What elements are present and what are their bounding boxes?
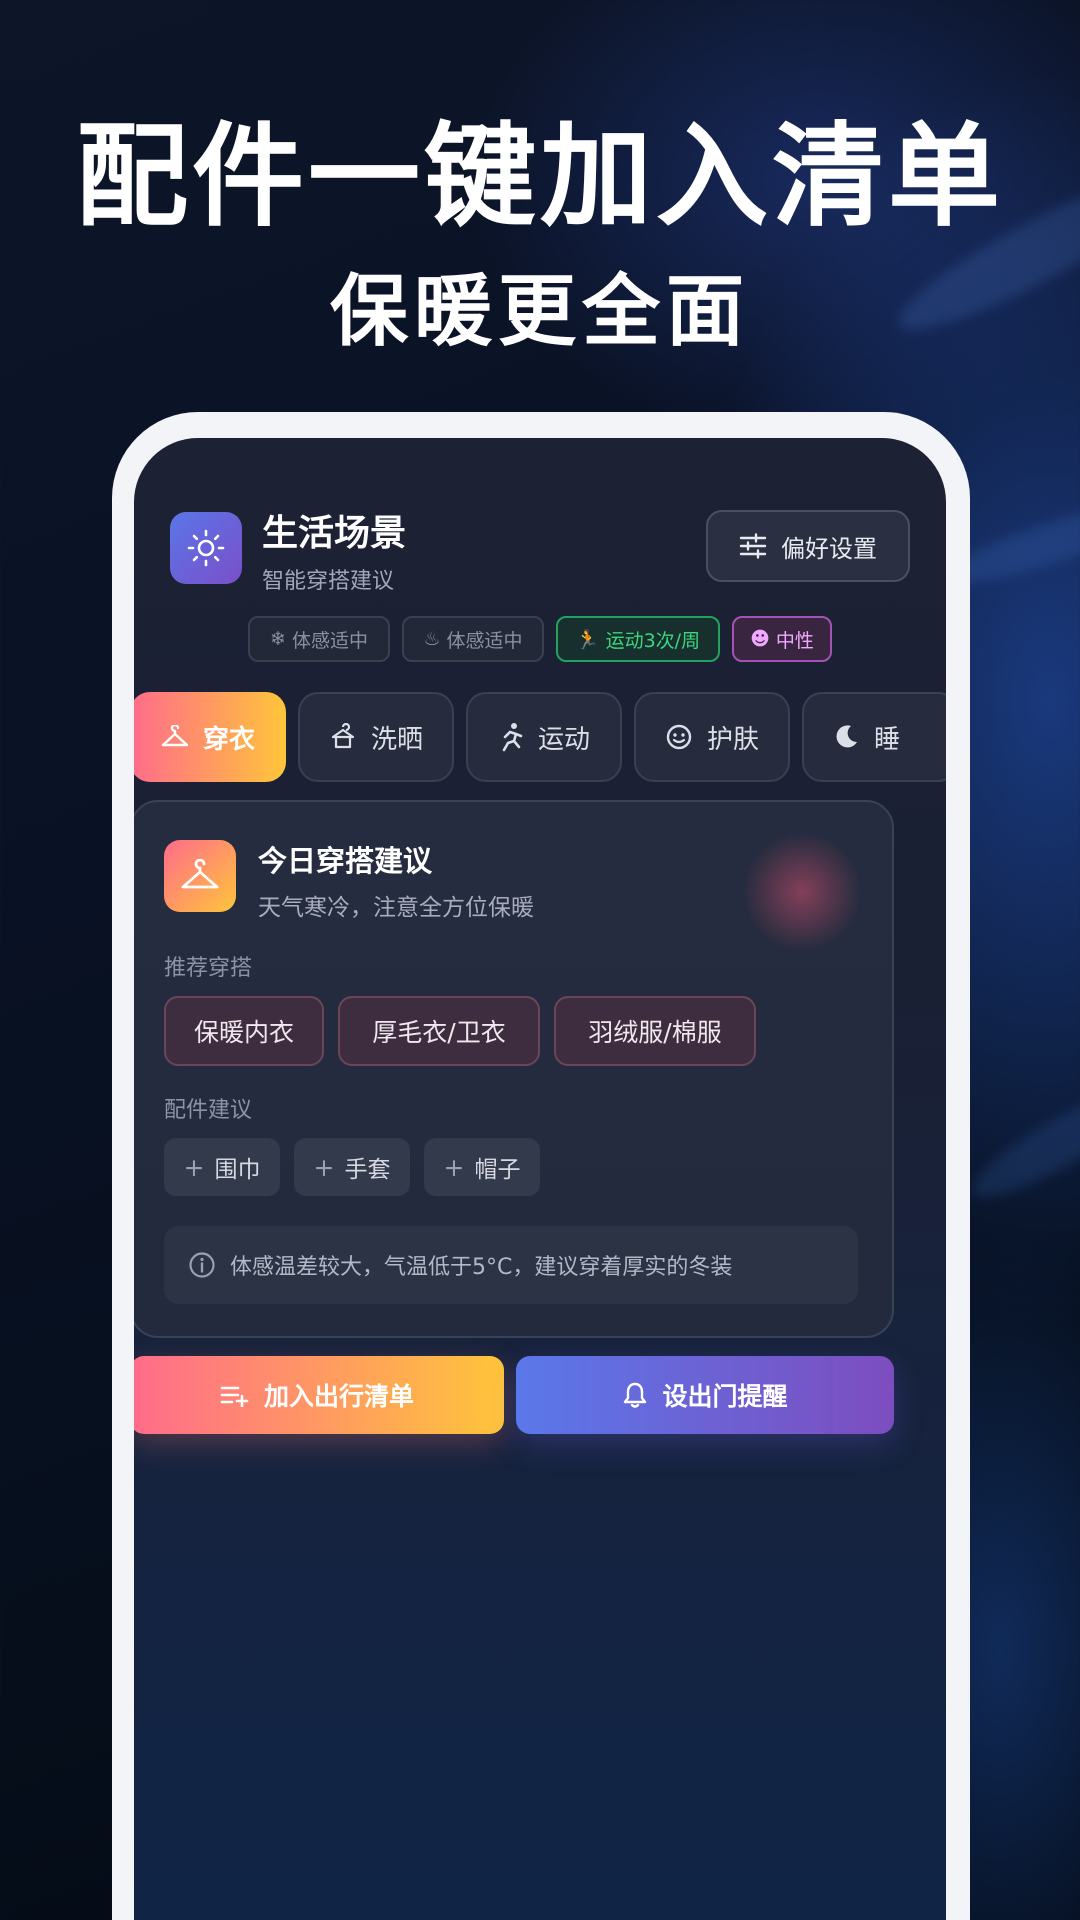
tip-note-text: 体感温差较大，气温低于5°C，建议穿着厚实的冬装 — [230, 1255, 733, 1280]
outfit-chip[interactable]: 羽绒服/棉服 — [554, 996, 756, 1066]
outfit-chip[interactable]: 厚毛衣/卫衣 — [338, 996, 540, 1066]
tip-note: 体感温差较大，气温低于5°C，建议穿着厚实的冬装 — [164, 1226, 858, 1304]
face-icon — [666, 724, 692, 750]
tag-gender: ☻ 中性 — [732, 616, 832, 662]
running-icon — [502, 723, 523, 752]
accessory-section-label: 配件建议 — [164, 1098, 253, 1123]
accessory-label: 围巾 — [214, 1157, 261, 1183]
page-subtitle: 智能穿搭建议 — [262, 569, 395, 594]
add-to-list-label: 加入出行清单 — [263, 1382, 414, 1411]
face-icon: ☻ — [750, 628, 770, 650]
accessory-label: 手套 — [344, 1157, 391, 1183]
add-to-list-button[interactable]: 加入出行清单 — [134, 1356, 504, 1434]
tab-label: 运动 — [537, 724, 590, 755]
running-icon: 🏃 — [575, 628, 600, 651]
tab-label: 护肤 — [706, 724, 759, 755]
plus-icon: + — [183, 1152, 205, 1182]
info-icon — [189, 1252, 215, 1278]
accessory-chip-gloves[interactable]: + 手套 — [294, 1138, 410, 1196]
app-icon — [170, 512, 242, 584]
preferences-button[interactable]: 偏好设置 — [706, 510, 910, 582]
card-title: 今日穿搭建议 — [258, 844, 433, 878]
outfit-section-label: 推荐穿搭 — [164, 956, 253, 981]
outfit-suggestion-card: 今日穿搭建议 天气寒冷，注意全方位保暖 推荐穿搭 保暖内衣 厚毛衣/卫衣 羽绒服… — [134, 800, 894, 1338]
preferences-button-label: 偏好设置 — [781, 534, 877, 563]
tab-skincare[interactable]: 护肤 — [634, 692, 790, 782]
set-reminder-button[interactable]: 设出门提醒 — [516, 1356, 894, 1434]
hanger-icon — [181, 859, 219, 889]
card-subtitle: 天气寒冷，注意全方位保暖 — [258, 895, 534, 921]
tab-label: 睡 — [874, 724, 901, 755]
accessory-chip-scarf[interactable]: + 围巾 — [164, 1138, 280, 1196]
sliders-icon — [739, 533, 767, 559]
tag-label: 体感适中 — [291, 629, 368, 652]
tab-clothing[interactable]: 穿衣 — [134, 692, 286, 782]
tag-label: 中性 — [775, 629, 814, 652]
promo-headline: 配件一键加入清单 — [76, 112, 1004, 242]
tab-label: 穿衣 — [202, 724, 255, 755]
playlist-add-icon — [220, 1386, 249, 1407]
outfit-chip[interactable]: 保暖内衣 — [164, 996, 324, 1066]
card-icon — [164, 840, 236, 912]
tag-feel-warm: ♨ 体感适中 — [402, 616, 544, 662]
sun-icon — [187, 529, 225, 567]
tab-sports[interactable]: 运动 — [466, 692, 622, 782]
background-streak — [961, 1073, 1080, 1213]
set-reminder-label: 设出门提醒 — [662, 1382, 788, 1411]
tag-label: 体感适中 — [446, 629, 523, 652]
tab-sleep[interactable]: 睡 — [802, 692, 946, 782]
page-title: 生活场景 — [262, 513, 407, 554]
plus-icon: + — [443, 1152, 465, 1182]
hanger-icon — [161, 725, 189, 747]
promo-subline: 保暖更全面 — [329, 267, 750, 357]
snowflake-icon: ❄ — [270, 628, 286, 650]
phone-screen: 生活场景 智能穿搭建议 偏好设置 ❄ 体感适中 ♨ 体感适中 🏃 运动3次/周 … — [134, 438, 946, 1920]
accessory-chip-hat[interactable]: + 帽子 — [424, 1138, 540, 1196]
tab-laundry[interactable]: 洗晒 — [298, 692, 454, 782]
accessory-label: 帽子 — [474, 1157, 521, 1183]
tab-label: 洗晒 — [370, 724, 423, 755]
plus-icon: + — [313, 1152, 335, 1182]
tag-exercise: 🏃 运动3次/周 — [556, 616, 720, 662]
tag-feel-cold: ❄ 体感适中 — [248, 616, 390, 662]
card-glow — [742, 832, 862, 952]
tag-label: 运动3次/周 — [605, 629, 701, 652]
laundry-icon — [331, 723, 355, 749]
flame-icon: ♨ — [423, 628, 441, 650]
moon-icon — [836, 725, 857, 748]
bell-icon — [624, 1382, 647, 1408]
